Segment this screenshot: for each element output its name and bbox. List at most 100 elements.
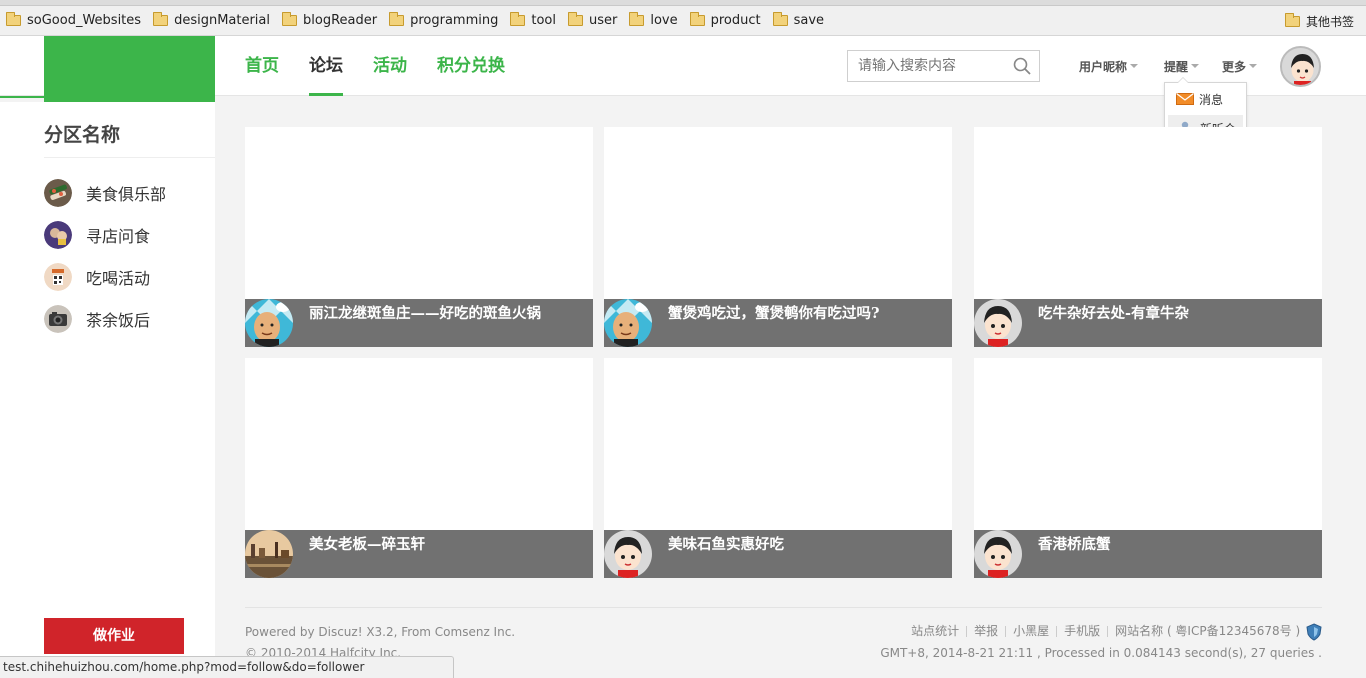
sidebar: 分区名称 美食俱乐部 寻店问食 吃喝活动 茶余饭后 做作业 [0, 102, 215, 678]
bookmark-label: soGood_Websites [27, 13, 142, 28]
site-logo[interactable] [44, 36, 215, 102]
folder-icon [567, 12, 583, 26]
footer-link-report[interactable]: 举报 [974, 620, 998, 642]
bookmark-folder[interactable]: soGood_Websites [6, 12, 142, 28]
girl-avatar-icon [974, 299, 1022, 347]
bookmark-folder[interactable]: designMaterial [153, 12, 270, 28]
sidebar-item-after-meal[interactable]: 茶余饭后 [44, 298, 166, 340]
sushi-icon [44, 179, 72, 207]
do-homework-button[interactable]: 做作业 [44, 618, 184, 654]
search-input[interactable] [848, 51, 1008, 81]
bookmark-label: save [793, 13, 825, 28]
bookmark-label: tool [531, 13, 556, 28]
dropdown-item-label: 消息 [1199, 92, 1224, 107]
nav-events[interactable]: 活动 [373, 36, 407, 96]
user-nickname-menu[interactable]: 用户昵称 [1079, 36, 1139, 96]
card-title: 美味石鱼实惠好吃 [668, 536, 784, 553]
camera-icon [44, 305, 72, 333]
folder-icon [389, 12, 405, 26]
bookmark-folder[interactable]: love [629, 12, 678, 28]
divider [1056, 626, 1058, 637]
people-photo-icon [44, 221, 72, 249]
thread-card[interactable]: 美女老板—碎玉轩 [245, 358, 593, 578]
main-nav: 首页 论坛 活动 积分兑换 [245, 36, 535, 96]
sidebar-item-find-restaurants[interactable]: 寻店问食 [44, 214, 166, 256]
more-label: 更多 [1222, 59, 1247, 74]
thread-card[interactable]: 丽江龙继斑鱼庄——好吃的斑鱼火锅 [245, 127, 593, 347]
sidebar-item-label: 美食俱乐部 [86, 185, 167, 204]
bald-man-avatar-icon [604, 299, 652, 347]
nav-points-exchange[interactable]: 积分兑换 [437, 36, 505, 96]
footer-divider [245, 607, 1322, 608]
search-icon[interactable] [1013, 57, 1031, 75]
footer-link-stats[interactable]: 站点统计 [911, 620, 959, 642]
card-title: 吃牛杂好去处-有章牛杂 [1038, 305, 1190, 322]
avatar[interactable] [1280, 46, 1321, 87]
card-title-bar: 吃牛杂好去处-有章牛杂 [974, 299, 1322, 347]
bookmarks-bar: soGood_Websites designMaterial blogReade… [0, 6, 1366, 36]
search-box [847, 50, 1040, 82]
bookmark-folder[interactable]: user [567, 12, 618, 28]
user-nickname-label: 用户昵称 [1079, 59, 1128, 74]
dropdown-item-messages[interactable]: 消息 [1168, 86, 1243, 112]
remind-label: 提醒 [1164, 59, 1189, 74]
card-title: 美女老板—碎玉轩 [309, 536, 425, 553]
sidebar-list: 美食俱乐部 寻店问食 吃喝活动 茶余饭后 [44, 172, 166, 340]
sidebar-title: 分区名称 [44, 124, 121, 146]
folder-icon [510, 12, 526, 26]
powered-by-text: Powered by Discuz! X3.2, From Comsenz In… [245, 625, 516, 639]
sidebar-item-food-club[interactable]: 美食俱乐部 [44, 172, 166, 214]
card-title: 丽江龙继斑鱼庄——好吃的斑鱼火锅 [309, 305, 541, 322]
folder-icon [1284, 12, 1300, 27]
girl-avatar-icon [1282, 48, 1319, 85]
divider [1005, 626, 1007, 637]
chevron-down-icon [1130, 64, 1139, 68]
thread-card[interactable]: 香港桥底蟹 [974, 358, 1322, 578]
mail-icon [1176, 93, 1194, 105]
sidebar-item-food-events[interactable]: 吃喝活动 [44, 256, 166, 298]
shield-icon[interactable] [1306, 622, 1322, 641]
girl-avatar-icon [974, 530, 1022, 578]
folder-icon [282, 12, 298, 26]
sidebar-item-label: 茶余饭后 [86, 311, 151, 330]
bookmark-label: user [588, 13, 618, 28]
card-title-bar: 蟹煲鸡吃过，蟹煲鹌你有吃过吗? [604, 299, 952, 347]
card-title-bar: 丽江龙继斑鱼庄——好吃的斑鱼火锅 [245, 299, 593, 347]
footer-link-site-icp[interactable]: 网站名称 ( 粤ICP备12345678号 ) [1115, 620, 1300, 642]
browser-status-url: test.chihehuizhou.com/home.php?mod=follo… [0, 656, 454, 678]
bookmark-folder[interactable]: blogReader [282, 12, 377, 28]
card-title-bar: 美味石鱼实惠好吃 [604, 530, 952, 578]
city-photo-avatar-icon [245, 530, 293, 578]
sidebar-item-label: 寻店问食 [86, 227, 151, 246]
footer-link-mobile[interactable]: 手机版 [1064, 620, 1100, 642]
bookmark-folder[interactable]: product [689, 12, 761, 28]
logo-accent-line [0, 96, 44, 98]
bookmark-label: programming [410, 13, 499, 28]
bookmark-folder[interactable]: save [772, 12, 825, 28]
thread-card[interactable]: 蟹煲鸡吃过，蟹煲鹌你有吃过吗? [604, 127, 952, 347]
folder-icon [772, 12, 788, 26]
bookmark-other-folder[interactable]: 其他书签 [1284, 6, 1354, 36]
folder-icon [629, 12, 645, 26]
card-title-bar: 美女老板—碎玉轩 [245, 530, 593, 578]
thread-card[interactable]: 美味石鱼实惠好吃 [604, 358, 952, 578]
thread-card[interactable]: 吃牛杂好去处-有章牛杂 [974, 127, 1322, 347]
divider [1107, 626, 1109, 637]
girl-avatar-icon [604, 530, 652, 578]
bookmark-folder[interactable]: programming [389, 12, 499, 28]
footer-link-blacklist[interactable]: 小黑屋 [1013, 620, 1049, 642]
divider [44, 157, 215, 158]
nav-home[interactable]: 首页 [245, 36, 279, 96]
chevron-down-icon [1191, 64, 1200, 68]
bookmark-label: love [650, 13, 678, 28]
nav-forum[interactable]: 论坛 [309, 36, 343, 96]
card-title: 蟹煲鸡吃过，蟹煲鹌你有吃过吗? [668, 305, 880, 322]
divider [966, 626, 968, 637]
bookmark-folder[interactable]: tool [510, 12, 556, 28]
footer-links: 站点统计 举报 小黑屋 手机版 网站名称 ( 粤ICP备12345678号 ) GMT+… [880, 620, 1322, 664]
folder-icon [6, 12, 21, 26]
bookmark-label: product [710, 13, 761, 28]
bald-man-avatar-icon [245, 299, 293, 347]
card-title: 香港桥底蟹 [1038, 536, 1111, 553]
card-title-bar: 香港桥底蟹 [974, 530, 1322, 578]
